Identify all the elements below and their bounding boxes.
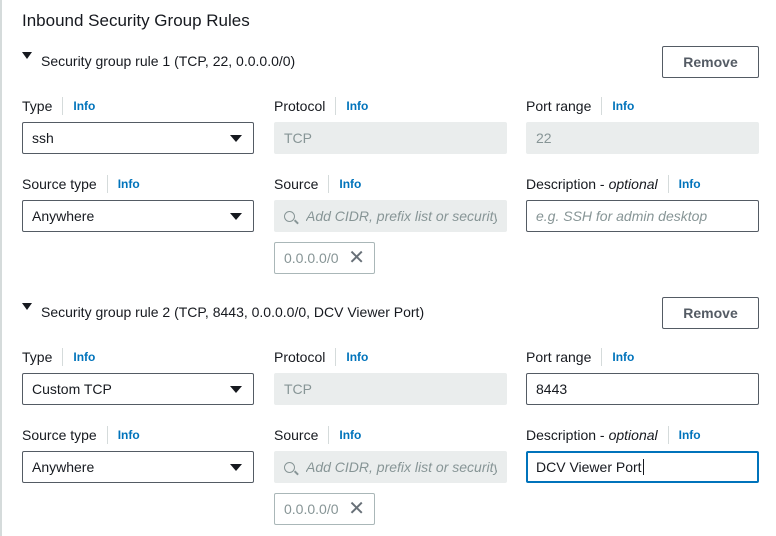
- info-link[interactable]: Info: [346, 99, 368, 113]
- source-token: 0.0.0.0/0 ✕: [274, 242, 375, 274]
- port-range-value: 22: [536, 130, 552, 146]
- source-type-select[interactable]: Anywhere: [22, 451, 254, 483]
- description-label: Description -: [526, 427, 605, 443]
- source-search-input[interactable]: Add CIDR, prefix list or security: [274, 451, 507, 483]
- source-placeholder: Add CIDR, prefix list or security: [306, 459, 497, 475]
- type-select[interactable]: ssh: [22, 122, 254, 154]
- optional-label: optional: [608, 427, 658, 443]
- protocol-field: Protocol Info TCP: [274, 347, 507, 405]
- type-label: Type: [22, 98, 53, 114]
- description-placeholder: e.g. SSH for admin desktop: [536, 208, 708, 224]
- info-link[interactable]: Info: [339, 177, 361, 191]
- type-field: Type Info Custom TCP: [22, 347, 254, 405]
- protocol-label: Protocol: [274, 349, 326, 365]
- info-link[interactable]: Info: [679, 177, 701, 191]
- port-range-label: Port range: [526, 349, 592, 365]
- source-placeholder: Add CIDR, prefix list or security: [306, 208, 497, 224]
- type-field: Type Info ssh: [22, 96, 254, 154]
- source-field: Source Info Add CIDR, prefix list or secu…: [274, 174, 507, 274]
- dropdown-arrow-icon: [230, 386, 242, 393]
- rule-title: Security group rule 1 (TCP, 22, 0.0.0.0/…: [41, 53, 296, 69]
- description-input[interactable]: e.g. SSH for admin desktop: [526, 200, 759, 232]
- dropdown-arrow-icon: [230, 135, 242, 142]
- protocol-field: Protocol Info TCP: [274, 96, 507, 154]
- info-link[interactable]: Info: [73, 99, 95, 113]
- text-cursor: [642, 459, 644, 475]
- port-range-input[interactable]: 8443: [526, 373, 759, 405]
- type-select-value: ssh: [32, 130, 54, 146]
- port-range-input: 22: [526, 122, 759, 154]
- dropdown-arrow-icon: [230, 213, 242, 220]
- port-range-field: Port range Info 8443: [526, 347, 759, 405]
- info-link[interactable]: Info: [339, 428, 361, 442]
- remove-rule-button[interactable]: Remove: [662, 46, 759, 78]
- source-label: Source: [274, 176, 319, 192]
- caret-down-icon[interactable]: [22, 51, 32, 59]
- info-link[interactable]: Info: [612, 350, 634, 364]
- info-link[interactable]: Info: [73, 350, 95, 364]
- description-field: Description - optional Info e.g. SSH for a…: [526, 174, 759, 232]
- type-select[interactable]: Custom TCP: [22, 373, 254, 405]
- info-link[interactable]: Info: [346, 350, 368, 364]
- protocol-label: Protocol: [274, 98, 326, 114]
- rule-title: Security group rule 2 (TCP, 8443, 0.0.0.…: [41, 304, 425, 320]
- description-field: Description - optional Info DCV Viewer Por…: [526, 425, 759, 483]
- remove-rule-button[interactable]: Remove: [662, 297, 759, 329]
- source-type-field: Source type Info Anywhere: [22, 425, 254, 483]
- source-type-select[interactable]: Anywhere: [22, 200, 254, 232]
- port-range-field: Port range Info 22: [526, 96, 759, 154]
- protocol-value: TCP: [284, 130, 312, 146]
- source-type-value: Anywhere: [32, 208, 95, 224]
- protocol-input: TCP: [274, 122, 507, 154]
- source-type-field: Source type Info Anywhere: [22, 174, 254, 232]
- source-token: 0.0.0.0/0 ✕: [274, 493, 375, 525]
- search-icon: [284, 461, 295, 473]
- search-icon: [284, 210, 295, 222]
- security-group-rules-panel: Inbound Security Group Rules Security gr…: [0, 0, 776, 536]
- caret-down-icon[interactable]: [22, 302, 32, 310]
- rule-header[interactable]: Security group rule 1 (TCP, 22, 0.0.0.0/…: [22, 50, 296, 69]
- dropdown-arrow-icon: [230, 464, 242, 471]
- description-value: DCV Viewer Port: [536, 459, 642, 475]
- source-type-value: Anywhere: [32, 459, 95, 475]
- source-token-label: 0.0.0.0/0: [284, 501, 339, 517]
- info-link[interactable]: Info: [612, 99, 634, 113]
- source-type-label: Source type: [22, 427, 97, 443]
- source-label: Source: [274, 427, 319, 443]
- rule-header[interactable]: Security group rule 2 (TCP, 8443, 0.0.0.…: [22, 301, 425, 320]
- info-link[interactable]: Info: [118, 177, 140, 191]
- protocol-value: TCP: [284, 381, 312, 397]
- source-field: Source Info Add CIDR, prefix list or secu…: [274, 425, 507, 525]
- panel-left-border: [0, 0, 2, 536]
- source-search-input[interactable]: Add CIDR, prefix list or security: [274, 200, 507, 232]
- description-label: Description -: [526, 176, 605, 192]
- type-label: Type: [22, 349, 53, 365]
- section-title: Inbound Security Group Rules: [22, 11, 250, 30]
- optional-label: optional: [608, 176, 658, 192]
- port-range-value: 8443: [536, 381, 568, 397]
- protocol-input: TCP: [274, 373, 507, 405]
- type-select-value: Custom TCP: [32, 381, 112, 397]
- close-icon[interactable]: ✕: [348, 499, 365, 519]
- description-input[interactable]: DCV Viewer Port: [526, 451, 759, 483]
- close-icon[interactable]: ✕: [348, 248, 365, 268]
- info-link[interactable]: Info: [118, 428, 140, 442]
- source-token-label: 0.0.0.0/0: [284, 250, 339, 266]
- info-link[interactable]: Info: [679, 428, 701, 442]
- source-type-label: Source type: [22, 176, 97, 192]
- port-range-label: Port range: [526, 98, 592, 114]
